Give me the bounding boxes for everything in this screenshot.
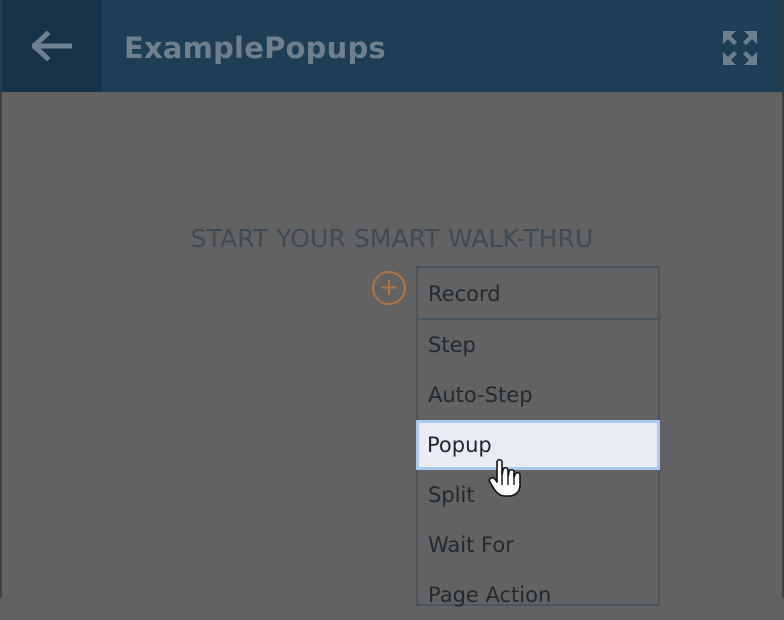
option-split[interactable]: Split: [418, 470, 658, 520]
option-step[interactable]: Step: [418, 320, 658, 370]
option-page-action[interactable]: Page Action: [418, 570, 658, 620]
option-popup[interactable]: Popup: [416, 420, 660, 470]
arrow-left-icon: [32, 31, 72, 61]
expand-button[interactable]: [720, 28, 760, 68]
app-title: ExamplePopups: [124, 31, 386, 65]
main-overlay: [0, 92, 784, 598]
expand-icon: [723, 31, 757, 65]
walkthru-heading: START YOUR SMART WALK-THRU: [190, 224, 594, 253]
dropdown-selected-value[interactable]: Record: [418, 268, 658, 320]
back-button[interactable]: [2, 0, 102, 92]
app-header: ExamplePopups: [0, 0, 784, 92]
step-type-dropdown[interactable]: Record Step Auto-Step Popup Split Wait F…: [416, 266, 660, 607]
option-wait-for[interactable]: Wait For: [418, 520, 658, 570]
option-auto-step[interactable]: Auto-Step: [418, 370, 658, 420]
plus-circle-icon[interactable]: +: [372, 271, 406, 305]
